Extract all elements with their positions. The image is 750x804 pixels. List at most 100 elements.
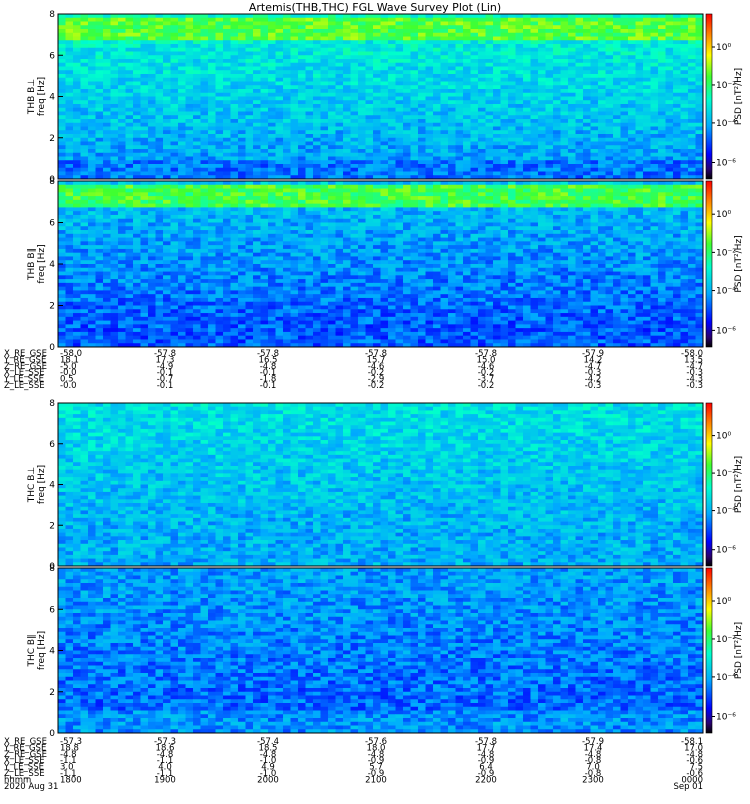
heatmap-cell xyxy=(613,44,621,48)
heatmap-cell xyxy=(283,149,291,153)
heatmap-cell xyxy=(508,138,516,142)
heatmap-cell xyxy=(253,207,261,211)
heatmap-cell xyxy=(508,22,516,26)
heatmap-cell xyxy=(291,40,299,44)
heatmap-cell xyxy=(58,63,66,67)
heatmap-cell xyxy=(613,172,621,176)
heatmap-cell xyxy=(576,204,584,208)
heatmap-cell xyxy=(583,100,591,104)
heatmap-cell xyxy=(531,70,539,74)
heatmap-cell xyxy=(163,192,171,196)
heatmap-cell xyxy=(433,78,441,82)
heatmap-cell xyxy=(208,33,216,37)
heatmap-cell xyxy=(186,138,194,142)
heatmap-cell xyxy=(583,48,591,52)
heatmap-cell xyxy=(141,44,149,48)
heatmap-cell xyxy=(478,223,486,227)
heatmap-cell xyxy=(463,130,471,134)
heatmap-cell xyxy=(681,100,689,104)
heatmap-cell xyxy=(688,130,696,134)
heatmap-cell xyxy=(201,164,209,168)
heatmap-cell xyxy=(231,37,239,41)
heatmap-cell xyxy=(681,89,689,93)
heatmap-cell xyxy=(163,63,171,67)
heatmap-cell xyxy=(298,142,306,146)
heatmap-cell xyxy=(411,145,419,149)
heatmap-cell xyxy=(268,97,276,101)
heatmap-cell xyxy=(538,207,546,211)
heatmap-cell xyxy=(591,168,599,172)
heatmap-cell xyxy=(118,142,126,146)
heatmap-cell xyxy=(643,104,651,108)
heatmap-cell xyxy=(538,230,546,234)
heatmap-cell xyxy=(231,172,239,176)
heatmap-cell xyxy=(351,145,359,149)
heatmap-cell xyxy=(328,153,336,157)
heatmap-cell xyxy=(321,130,329,134)
heatmap-cell xyxy=(298,138,306,142)
heatmap-cell xyxy=(216,149,224,153)
heatmap-cell xyxy=(591,44,599,48)
heatmap-cell xyxy=(418,168,426,172)
heatmap-cell xyxy=(283,223,291,227)
heatmap-cell xyxy=(186,230,194,234)
heatmap-cell xyxy=(276,33,284,37)
heatmap-cell xyxy=(598,134,606,138)
heatmap-cell xyxy=(261,207,269,211)
heatmap-cell xyxy=(141,160,149,164)
heatmap-cell xyxy=(546,181,554,185)
heatmap-cell xyxy=(411,230,419,234)
heatmap-cell xyxy=(351,153,359,157)
heatmap-cell xyxy=(598,29,606,33)
heatmap-cell xyxy=(433,104,441,108)
heatmap-cell xyxy=(471,67,479,71)
heatmap-cell xyxy=(696,207,704,211)
heatmap-cell xyxy=(553,22,561,26)
heatmap-cell xyxy=(561,189,569,193)
heatmap-cell xyxy=(148,142,156,146)
heatmap-cell xyxy=(321,181,329,185)
heatmap-cell xyxy=(313,189,321,193)
heatmap-cell xyxy=(681,78,689,82)
heatmap-cell xyxy=(651,52,659,56)
heatmap-cell xyxy=(208,219,216,223)
heatmap-cell xyxy=(396,196,404,200)
heatmap-cell xyxy=(546,211,554,215)
heatmap-cell xyxy=(201,25,209,29)
heatmap-cell xyxy=(591,160,599,164)
heatmap-cell xyxy=(583,200,591,204)
heatmap-cell xyxy=(261,119,269,123)
heatmap-cell xyxy=(591,63,599,67)
heatmap-cell xyxy=(156,230,164,234)
heatmap-cell xyxy=(156,52,164,56)
heatmap-cell xyxy=(673,160,681,164)
heatmap-cell xyxy=(328,142,336,146)
heatmap-cell xyxy=(396,104,404,108)
heatmap-cell xyxy=(268,115,276,119)
heatmap-cell xyxy=(328,85,336,89)
heatmap-cell xyxy=(606,33,614,37)
heatmap-cell xyxy=(546,226,554,230)
heatmap-cell xyxy=(103,149,111,153)
heatmap-cell xyxy=(276,82,284,86)
heatmap-cell xyxy=(486,104,494,108)
heatmap-cell xyxy=(261,22,269,26)
heatmap-cell xyxy=(276,67,284,71)
heatmap-cell xyxy=(366,119,374,123)
heatmap-cell xyxy=(246,74,254,78)
heatmap-cell xyxy=(561,168,569,172)
heatmap-cell xyxy=(208,142,216,146)
heatmap-cell xyxy=(681,149,689,153)
heatmap-cell xyxy=(351,37,359,41)
heatmap-cell xyxy=(471,207,479,211)
heatmap-cell xyxy=(223,55,231,59)
heatmap-cell xyxy=(201,168,209,172)
heatmap-cell xyxy=(583,59,591,63)
heatmap-cell xyxy=(96,160,104,164)
heatmap-cell xyxy=(148,207,156,211)
heatmap-cell xyxy=(411,100,419,104)
heatmap-cell xyxy=(216,33,224,37)
heatmap-cell xyxy=(321,52,329,56)
heatmap-cell xyxy=(636,204,644,208)
heatmap-cell xyxy=(133,189,141,193)
